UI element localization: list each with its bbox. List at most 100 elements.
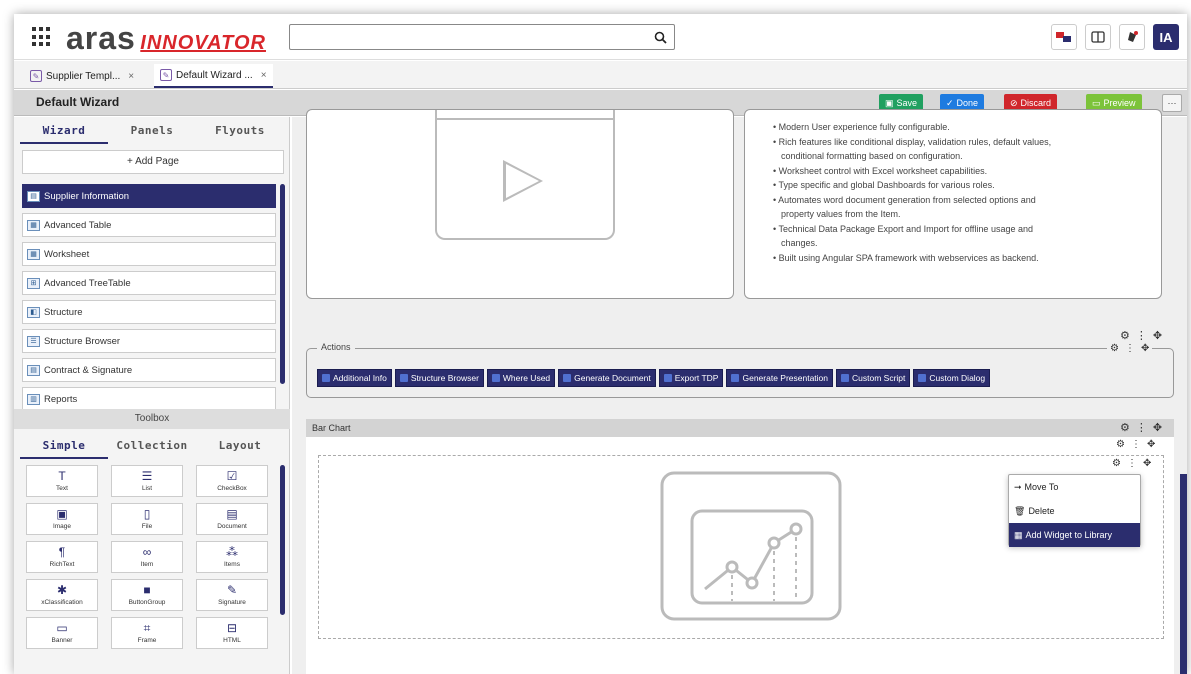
action-icon: [563, 374, 572, 382]
feature-line: • Worksheet control with Excel worksheet…: [773, 165, 988, 176]
buttongroup-icon: ■: [143, 583, 151, 597]
tool-signature[interactable]: ✎ Signature: [196, 579, 268, 611]
tab-flyouts[interactable]: Flyouts: [196, 120, 284, 144]
toolbox-scrollbar[interactable]: [280, 465, 285, 615]
more-icon[interactable]: ⋮: [1127, 458, 1137, 469]
move-icon[interactable]: ✥: [1147, 439, 1155, 450]
file-icon: ▯: [143, 507, 151, 521]
close-icon[interactable]: ×: [128, 71, 134, 82]
feature-line: • Built using Angular SPA framework with…: [773, 252, 1039, 263]
move-icon[interactable]: ✥: [1153, 421, 1162, 434]
xclassification-icon: ✱: [56, 583, 68, 597]
tool-html[interactable]: ⊟ HTML: [196, 617, 268, 649]
wizard-icon: ✎: [30, 70, 42, 82]
aras-logo[interactable]: aras INNOVATOR: [66, 20, 266, 57]
tab-simple[interactable]: Simple: [20, 435, 108, 459]
tab-collection[interactable]: Collection: [108, 435, 196, 459]
page-item[interactable]: ▤ Contract & Signature: [22, 358, 276, 382]
tool-richtext[interactable]: ¶ RichText: [26, 541, 98, 573]
delete-menu-item[interactable]: 🗑 Delete: [1009, 499, 1140, 523]
action-generate-presentation-button[interactable]: Generate Presentation: [726, 369, 834, 387]
search-input[interactable]: [289, 24, 675, 50]
move-to-menu-item[interactable]: ➞ Move To: [1009, 475, 1140, 499]
tool-item[interactable]: ∞ Item: [111, 541, 183, 573]
page-item[interactable]: ▥ Reports: [22, 387, 276, 411]
tool-file[interactable]: ▯ File: [111, 503, 183, 535]
tool-document[interactable]: ▤ Document: [196, 503, 268, 535]
tool-xclassification[interactable]: ✱ xClassification: [26, 579, 98, 611]
more-button[interactable]: ···: [1162, 94, 1182, 112]
tab-panels[interactable]: Panels: [108, 120, 196, 144]
more-icon[interactable]: ⋮: [1136, 421, 1147, 434]
tab-layout[interactable]: Layout: [196, 435, 284, 459]
check-icon: ✓: [946, 97, 954, 108]
page-item[interactable]: ⊞ Advanced TreeTable: [22, 271, 276, 295]
tool-image[interactable]: ▣ Image: [26, 503, 98, 535]
tool-items[interactable]: ⁂ Items: [196, 541, 268, 573]
move-icon[interactable]: ✥: [1153, 329, 1162, 342]
page-item[interactable]: ▤ Supplier Information: [22, 184, 276, 208]
tool-text[interactable]: T Text: [26, 465, 98, 497]
tool-buttongroup[interactable]: ■ ButtonGroup: [111, 579, 183, 611]
tool-list[interactable]: ☰ List: [111, 465, 183, 497]
tool-banner[interactable]: ▭ Banner: [26, 617, 98, 649]
action-icon: [399, 374, 408, 382]
add-widget-to-library-menu-item[interactable]: ▦ Add Widget to Library: [1009, 523, 1140, 547]
feature-line: property values from the Item.: [781, 209, 901, 219]
tab-supplier-template[interactable]: ✎ Supplier Templ... ×: [24, 64, 140, 88]
page-item[interactable]: ▦ Advanced Table: [22, 213, 276, 237]
page-item[interactable]: ◧ Structure: [22, 300, 276, 324]
move-icon[interactable]: ✥: [1143, 458, 1151, 469]
page-list-scrollbar[interactable]: [280, 184, 285, 384]
table-icon: ▦: [27, 219, 40, 231]
more-icon[interactable]: ⋮: [1125, 343, 1135, 354]
gear-icon[interactable]: ⚙: [1120, 329, 1130, 342]
page-item[interactable]: ☰ Structure Browser: [22, 329, 276, 353]
gear-icon[interactable]: ⚙: [1110, 343, 1119, 354]
action-where-used-button[interactable]: Where Used: [486, 369, 556, 387]
page-title: Default Wizard: [36, 95, 120, 109]
bar-chart-toolbar: ⚙ ⋮ ✥: [1120, 421, 1162, 434]
app-window: aras INNOVATOR IA ✎ Supplier Templ... × …: [14, 14, 1187, 674]
gear-icon[interactable]: ⚙: [1120, 421, 1130, 434]
tab-wizard[interactable]: Wizard: [20, 120, 108, 144]
gear-icon[interactable]: ⚙: [1112, 458, 1121, 469]
action-custom-dialog-button[interactable]: Custom Dialog: [913, 369, 991, 387]
form-icon: ▤: [27, 190, 40, 202]
play-icon[interactable]: [503, 160, 543, 202]
move-icon[interactable]: ✥: [1141, 343, 1149, 354]
user-avatar[interactable]: IA: [1153, 24, 1179, 50]
gear-icon[interactable]: ⚙: [1116, 439, 1125, 450]
feature-list: • Modern User experience fully configura…: [773, 120, 1153, 265]
page-list: ▤ Supplier Information ▦ Advanced Table ▦ W…: [22, 184, 276, 416]
app-grid-icon[interactable]: [32, 27, 52, 47]
action-structure-browser-button[interactable]: Structure Browser: [394, 369, 484, 387]
tab-default-wizard[interactable]: ✎ Default Wizard ... ×: [154, 64, 273, 88]
action-export-tdp-button[interactable]: Export TDP: [658, 369, 724, 387]
action-generate-document-button[interactable]: Generate Document: [558, 369, 656, 387]
search-icon[interactable]: [646, 25, 674, 49]
more-icon[interactable]: ⋮: [1131, 439, 1141, 450]
notifications-icon[interactable]: [1119, 24, 1145, 50]
more-icon[interactable]: ⋮: [1136, 329, 1147, 342]
action-additional-info-button[interactable]: Additional Info: [317, 369, 392, 387]
workflow-icon[interactable]: [1051, 24, 1077, 50]
tool-label: HTML: [223, 637, 241, 644]
features-widget[interactable]: • Modern User experience fully configura…: [744, 109, 1162, 299]
tool-checkbox[interactable]: ☑ CheckBox: [196, 465, 268, 497]
page-item[interactable]: ▦ Worksheet: [22, 242, 276, 266]
action-custom-script-button[interactable]: Custom Script: [836, 369, 911, 387]
panel-toggle-icon[interactable]: [1085, 24, 1111, 50]
preview-icon: ▭: [1092, 97, 1101, 108]
list-icon: ☰: [141, 469, 153, 483]
chart-inner-toolbar: ⚙ ⋮ ✥: [1116, 439, 1155, 450]
add-page-button[interactable]: + Add Page: [22, 150, 284, 174]
wizard-canvas: • Modern User experience fully configura…: [292, 109, 1187, 674]
video-widget[interactable]: [306, 109, 734, 299]
tool-label: Frame: [137, 637, 157, 644]
structure-browser-icon: ☰: [27, 335, 40, 347]
main-scrollbar[interactable]: [1180, 474, 1187, 674]
widget-toolbar: ⚙ ⋮ ✥: [1120, 329, 1162, 342]
tool-frame[interactable]: ⌗ Frame: [111, 617, 183, 649]
close-icon[interactable]: ×: [261, 70, 267, 81]
